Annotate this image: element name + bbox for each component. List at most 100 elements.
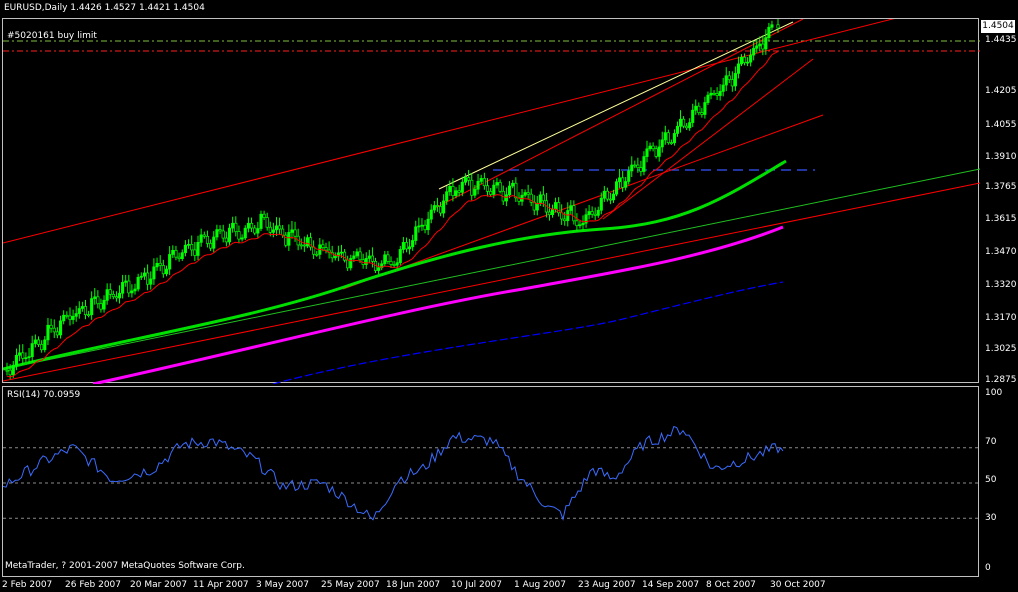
candle-body xyxy=(49,324,53,329)
candle-body xyxy=(736,63,740,74)
price-tick-label: 1.3470 xyxy=(985,247,1017,257)
candle-body xyxy=(523,192,527,196)
candle-body xyxy=(593,213,597,216)
rsi-tick-label: 100 xyxy=(985,388,1003,398)
price-tick-label: 1.3765 xyxy=(985,182,1017,192)
date-tick-label: 26 Feb 2007 xyxy=(65,580,122,590)
candle-body xyxy=(18,352,22,356)
ma-long-line xyxy=(272,281,784,384)
candle-body xyxy=(761,43,765,50)
candle-body xyxy=(672,133,676,144)
candle-body xyxy=(155,262,159,268)
candle-body xyxy=(174,250,178,258)
chart-header: EURUSD,Daily 1.4426 1.4527 1.4421 1.4504 xyxy=(4,3,205,13)
candle-body xyxy=(46,324,50,341)
candle-body xyxy=(401,242,405,250)
candle-body xyxy=(142,272,147,277)
candle-body xyxy=(8,369,12,376)
candle-body xyxy=(114,296,118,299)
candle-body xyxy=(495,182,499,186)
candle-body xyxy=(508,185,512,196)
candle-body xyxy=(445,191,449,202)
candle-body xyxy=(485,185,490,192)
candle-body xyxy=(438,206,443,214)
candle-body xyxy=(581,222,585,226)
candle-body xyxy=(315,253,319,256)
date-tick-label: 3 May 2007 xyxy=(256,580,309,590)
candle-body xyxy=(651,145,655,150)
candle-body xyxy=(180,252,184,260)
candle-body xyxy=(111,294,115,297)
candle-body xyxy=(599,197,603,211)
price-chart-panel[interactable]: #5020161 buy limit xyxy=(2,18,980,384)
candle-body xyxy=(105,289,109,301)
candle-body xyxy=(164,268,169,275)
candle-body xyxy=(547,211,552,215)
candle-body xyxy=(43,339,47,351)
candle-body xyxy=(339,251,344,254)
candle-body xyxy=(538,194,542,204)
candle-body xyxy=(435,205,439,207)
candle-body xyxy=(733,73,737,87)
candle-body xyxy=(346,259,350,269)
candle-body xyxy=(648,145,652,150)
candle-body xyxy=(55,331,59,336)
candle-body xyxy=(215,229,219,238)
date-tick-label: 30 Oct 2007 xyxy=(770,580,826,590)
candle-body xyxy=(171,250,175,255)
candle-body xyxy=(58,320,63,336)
candle-body xyxy=(240,237,244,240)
candle-body xyxy=(30,343,34,357)
candle-body xyxy=(712,92,716,95)
candle-body xyxy=(52,327,56,333)
candle-body xyxy=(492,184,496,195)
price-tick-label: 1.3615 xyxy=(985,214,1017,224)
candle-body xyxy=(93,296,97,299)
candle-body xyxy=(80,306,84,309)
price-tick-label: 1.3910 xyxy=(985,152,1017,162)
candle-body xyxy=(460,181,464,193)
rsi-panel[interactable]: RSI(14) 70.0959 MetaTrader, ? 2001-2007 … xyxy=(2,386,980,577)
candle-body xyxy=(448,186,452,193)
candle-body xyxy=(569,205,573,211)
candle-body xyxy=(40,344,44,351)
date-tick-label: 11 Apr 2007 xyxy=(193,580,249,590)
candle-body xyxy=(250,222,254,229)
candle-body xyxy=(578,224,582,227)
candle-body xyxy=(158,262,162,266)
date-tick-label: 25 May 2007 xyxy=(321,580,380,590)
candle-body xyxy=(691,109,695,123)
candle-body xyxy=(755,45,759,49)
rsi-tick-label: 70 xyxy=(985,437,997,447)
candle-body xyxy=(739,56,744,65)
candle-body xyxy=(259,213,263,229)
candle-body xyxy=(590,211,594,215)
candle-body xyxy=(682,118,686,127)
candle-body xyxy=(764,37,768,50)
rsi-tick-label: 0 xyxy=(985,563,991,573)
candle-body xyxy=(127,280,131,294)
candle-body xyxy=(21,352,25,359)
copyright-footer: MetaTrader, ? 2001-2007 MetaQuotes Softw… xyxy=(5,561,245,571)
candle-body xyxy=(333,255,337,259)
candle-body xyxy=(90,298,94,316)
candle-body xyxy=(243,227,247,239)
candle-body xyxy=(190,244,194,251)
candle-body xyxy=(290,229,294,233)
candle-body xyxy=(14,354,19,366)
date-tick-label: 14 Sep 2007 xyxy=(642,580,700,590)
candle-body xyxy=(193,249,197,256)
candle-body xyxy=(742,56,747,64)
price-tick-label: 1.3170 xyxy=(985,313,1017,323)
candle-body xyxy=(398,249,402,264)
candle-body xyxy=(278,225,282,230)
candle-body xyxy=(139,275,143,278)
mid-channel-line xyxy=(342,114,824,290)
ma-fast-line xyxy=(6,51,779,378)
candle-body xyxy=(442,200,446,214)
candle-body xyxy=(563,218,567,222)
candle-body xyxy=(149,278,153,285)
candle-body xyxy=(414,226,418,241)
candle-body xyxy=(234,222,238,232)
price-tick-label: 1.3320 xyxy=(985,280,1017,290)
